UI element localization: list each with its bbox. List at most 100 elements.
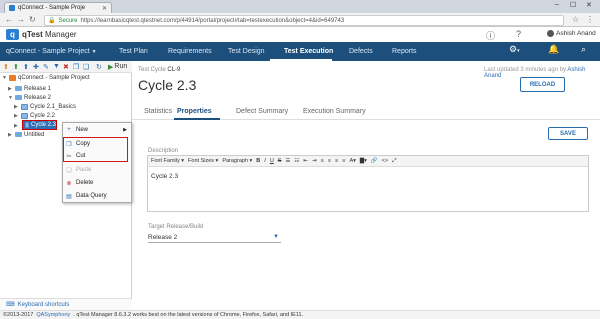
indent-icon[interactable]: ⇥ xyxy=(312,158,317,164)
tree-label: Cycle 2.2 xyxy=(30,112,56,119)
caret-down-icon: ▼ xyxy=(8,94,13,101)
bold-icon[interactable]: B xyxy=(256,158,260,164)
bullet-list-icon[interactable]: ☰ xyxy=(285,158,290,164)
info-icon[interactable]: ⓘ xyxy=(486,29,495,42)
tree-node-release-1[interactable]: ▶ Release 1 xyxy=(8,84,51,93)
maximize-icon[interactable]: ☐ xyxy=(570,1,576,9)
close-tab-icon[interactable]: ✕ xyxy=(102,5,107,12)
tree-node-untitled[interactable]: ▶ Untitled xyxy=(8,130,44,139)
tree-node-root[interactable]: ▼ qConnect - Sample Project xyxy=(2,73,90,82)
test-cycle-icon xyxy=(25,122,29,128)
tree-label: Untitled xyxy=(24,131,45,138)
description-label: Description xyxy=(148,148,179,154)
new-cycle-icon[interactable]: ⬆ xyxy=(13,63,19,71)
forward-icon[interactable]: → xyxy=(17,15,25,24)
nav-active-indicator xyxy=(270,59,332,61)
tree-node-cycle-2-1[interactable]: ▶ Cycle 2.1_Basics xyxy=(14,102,76,111)
company-link[interactable]: QASymphony xyxy=(36,312,70,318)
star-icon[interactable]: ☆ xyxy=(572,15,579,24)
user-menu[interactable]: Ashish Anand xyxy=(547,30,596,37)
justify-icon[interactable]: ≡ xyxy=(342,158,345,164)
delete-icon[interactable]: ✖ xyxy=(63,63,69,71)
breadcrumb-type: Test Cycle xyxy=(138,67,166,73)
footer: ©2013-2017 QASymphony . qTest Manager 8.… xyxy=(0,310,600,319)
reload-button[interactable]: RELOAD xyxy=(520,77,565,92)
paste-icon[interactable]: ❏ xyxy=(83,63,89,71)
tree-node-release-2[interactable]: ▼ Release 2 xyxy=(8,93,51,102)
paragraph-dropdown[interactable]: Paragraph ▾ xyxy=(222,158,252,164)
browser-tab[interactable]: qConnect - Sample Proje ✕ xyxy=(4,2,112,13)
nav-defects[interactable]: Defects xyxy=(349,42,373,61)
release-icon xyxy=(15,86,22,91)
project-selector[interactable]: qConnect - Sample Project ▼ xyxy=(6,42,97,61)
link-icon[interactable]: 🔗 xyxy=(371,158,378,164)
page-title: Cycle 2.3 xyxy=(138,77,197,93)
tree-node-cycle-2-2[interactable]: ▶ Cycle 2.2 xyxy=(14,111,55,120)
nav-reports[interactable]: Reports xyxy=(392,42,417,61)
edit-icon[interactable]: ✎ xyxy=(43,63,49,71)
tree-node-cycle-2-3-selected[interactable]: Cycle 2.3 xyxy=(22,120,57,130)
tree-node-cycle-2-3-caret[interactable]: ▶ xyxy=(14,121,19,130)
nav-test-design[interactable]: Test Design xyxy=(228,42,265,61)
nav-test-plan[interactable]: Test Plan xyxy=(119,42,148,61)
code-icon[interactable]: <> xyxy=(382,158,388,164)
menu-item-label: Paste xyxy=(76,167,92,173)
browser-menu-icon[interactable]: ⋮ xyxy=(586,15,594,24)
menu-item-delete[interactable]: ⊗ Delete xyxy=(62,177,132,189)
menu-item-new[interactable]: + New ▶ xyxy=(62,124,132,136)
keyboard-shortcuts-link[interactable]: ⌨ Keyboard shortcuts xyxy=(0,298,132,310)
app-name-prefix: qTest xyxy=(22,30,43,39)
target-release-select[interactable]: Release 2 ▼ xyxy=(148,232,281,243)
underline-icon[interactable]: U xyxy=(270,158,274,164)
align-right-icon[interactable]: ≡ xyxy=(335,158,338,164)
caret-right-icon: ▶ xyxy=(14,122,18,129)
run-button[interactable]: ▶ Run xyxy=(108,63,127,71)
plus-icon: + xyxy=(67,127,71,133)
refresh-icon[interactable]: ↻ xyxy=(29,15,36,24)
menu-item-paste[interactable]: ❏ Paste xyxy=(62,164,132,176)
minimize-icon[interactable]: – xyxy=(555,1,559,8)
save-button[interactable]: SAVE xyxy=(548,127,588,140)
tab-defect-summary[interactable]: Defect Summary xyxy=(236,103,288,120)
align-center-icon[interactable]: ≡ xyxy=(328,158,331,164)
menu-item-data-query[interactable]: ▤ Data Query xyxy=(62,190,132,202)
outdent-icon[interactable]: ⇤ xyxy=(303,158,308,164)
chevron-down-icon: ▼ xyxy=(91,48,97,55)
tab-statistics[interactable]: Statistics xyxy=(144,103,172,120)
filter-icon[interactable]: ▼ xyxy=(53,63,60,70)
paragraph-label: Paragraph xyxy=(222,158,248,164)
text-color-icon[interactable]: A▾ xyxy=(349,158,355,164)
project-name: qConnect - Sample Project xyxy=(6,48,90,55)
breadcrumb-id: CL-9 xyxy=(167,67,181,73)
font-family-dropdown[interactable]: Font Family ▾ xyxy=(151,158,184,164)
italic-icon[interactable]: I xyxy=(264,158,266,164)
app-logo-text: qTest Manager xyxy=(22,30,77,39)
font-sizes-dropdown[interactable]: Font Sizes ▾ xyxy=(188,158,218,164)
notification-bell-icon[interactable]: 🔔 xyxy=(548,44,559,55)
keyboard-icon: ⌨ xyxy=(6,302,15,308)
new-test-run-icon[interactable]: ✚ xyxy=(33,63,39,71)
help-icon[interactable]: ? xyxy=(516,29,521,39)
menu-item-label: Data Query xyxy=(76,193,107,199)
close-window-icon[interactable]: ✕ xyxy=(586,1,592,9)
nav-requirements[interactable]: Requirements xyxy=(168,42,212,61)
strikethrough-icon[interactable]: S xyxy=(278,158,282,164)
play-icon: ▶ xyxy=(108,64,114,71)
search-icon[interactable]: ⌕ xyxy=(581,44,586,55)
tab-execution-summary[interactable]: Execution Summary xyxy=(303,103,366,120)
align-left-icon[interactable]: ≡ xyxy=(321,158,324,164)
settings-gear-icon[interactable]: ⚙▾ xyxy=(509,44,520,55)
fullscreen-icon[interactable]: ⤢ xyxy=(392,158,396,165)
caret-down-icon: ▼ xyxy=(2,74,7,81)
tree-label: Cycle 2.1_Basics xyxy=(30,103,77,110)
url-input[interactable]: 🔒 Secure https://learnbasicqtest.qtestne… xyxy=(44,15,564,26)
delete-icon: ⊗ xyxy=(66,180,72,187)
background-color-icon[interactable]: ▇▾ xyxy=(360,158,367,164)
copy-icon[interactable]: ❐ xyxy=(73,63,79,71)
back-icon[interactable]: ← xyxy=(5,15,13,24)
new-suite-icon[interactable]: ⬆ xyxy=(23,63,29,71)
new-release-icon[interactable]: ⬆ xyxy=(3,63,9,71)
refresh-tree-icon[interactable]: ↻ xyxy=(96,63,102,71)
qtest-logo-icon: q xyxy=(6,29,19,40)
numbered-list-icon[interactable]: ☷ xyxy=(294,158,299,164)
